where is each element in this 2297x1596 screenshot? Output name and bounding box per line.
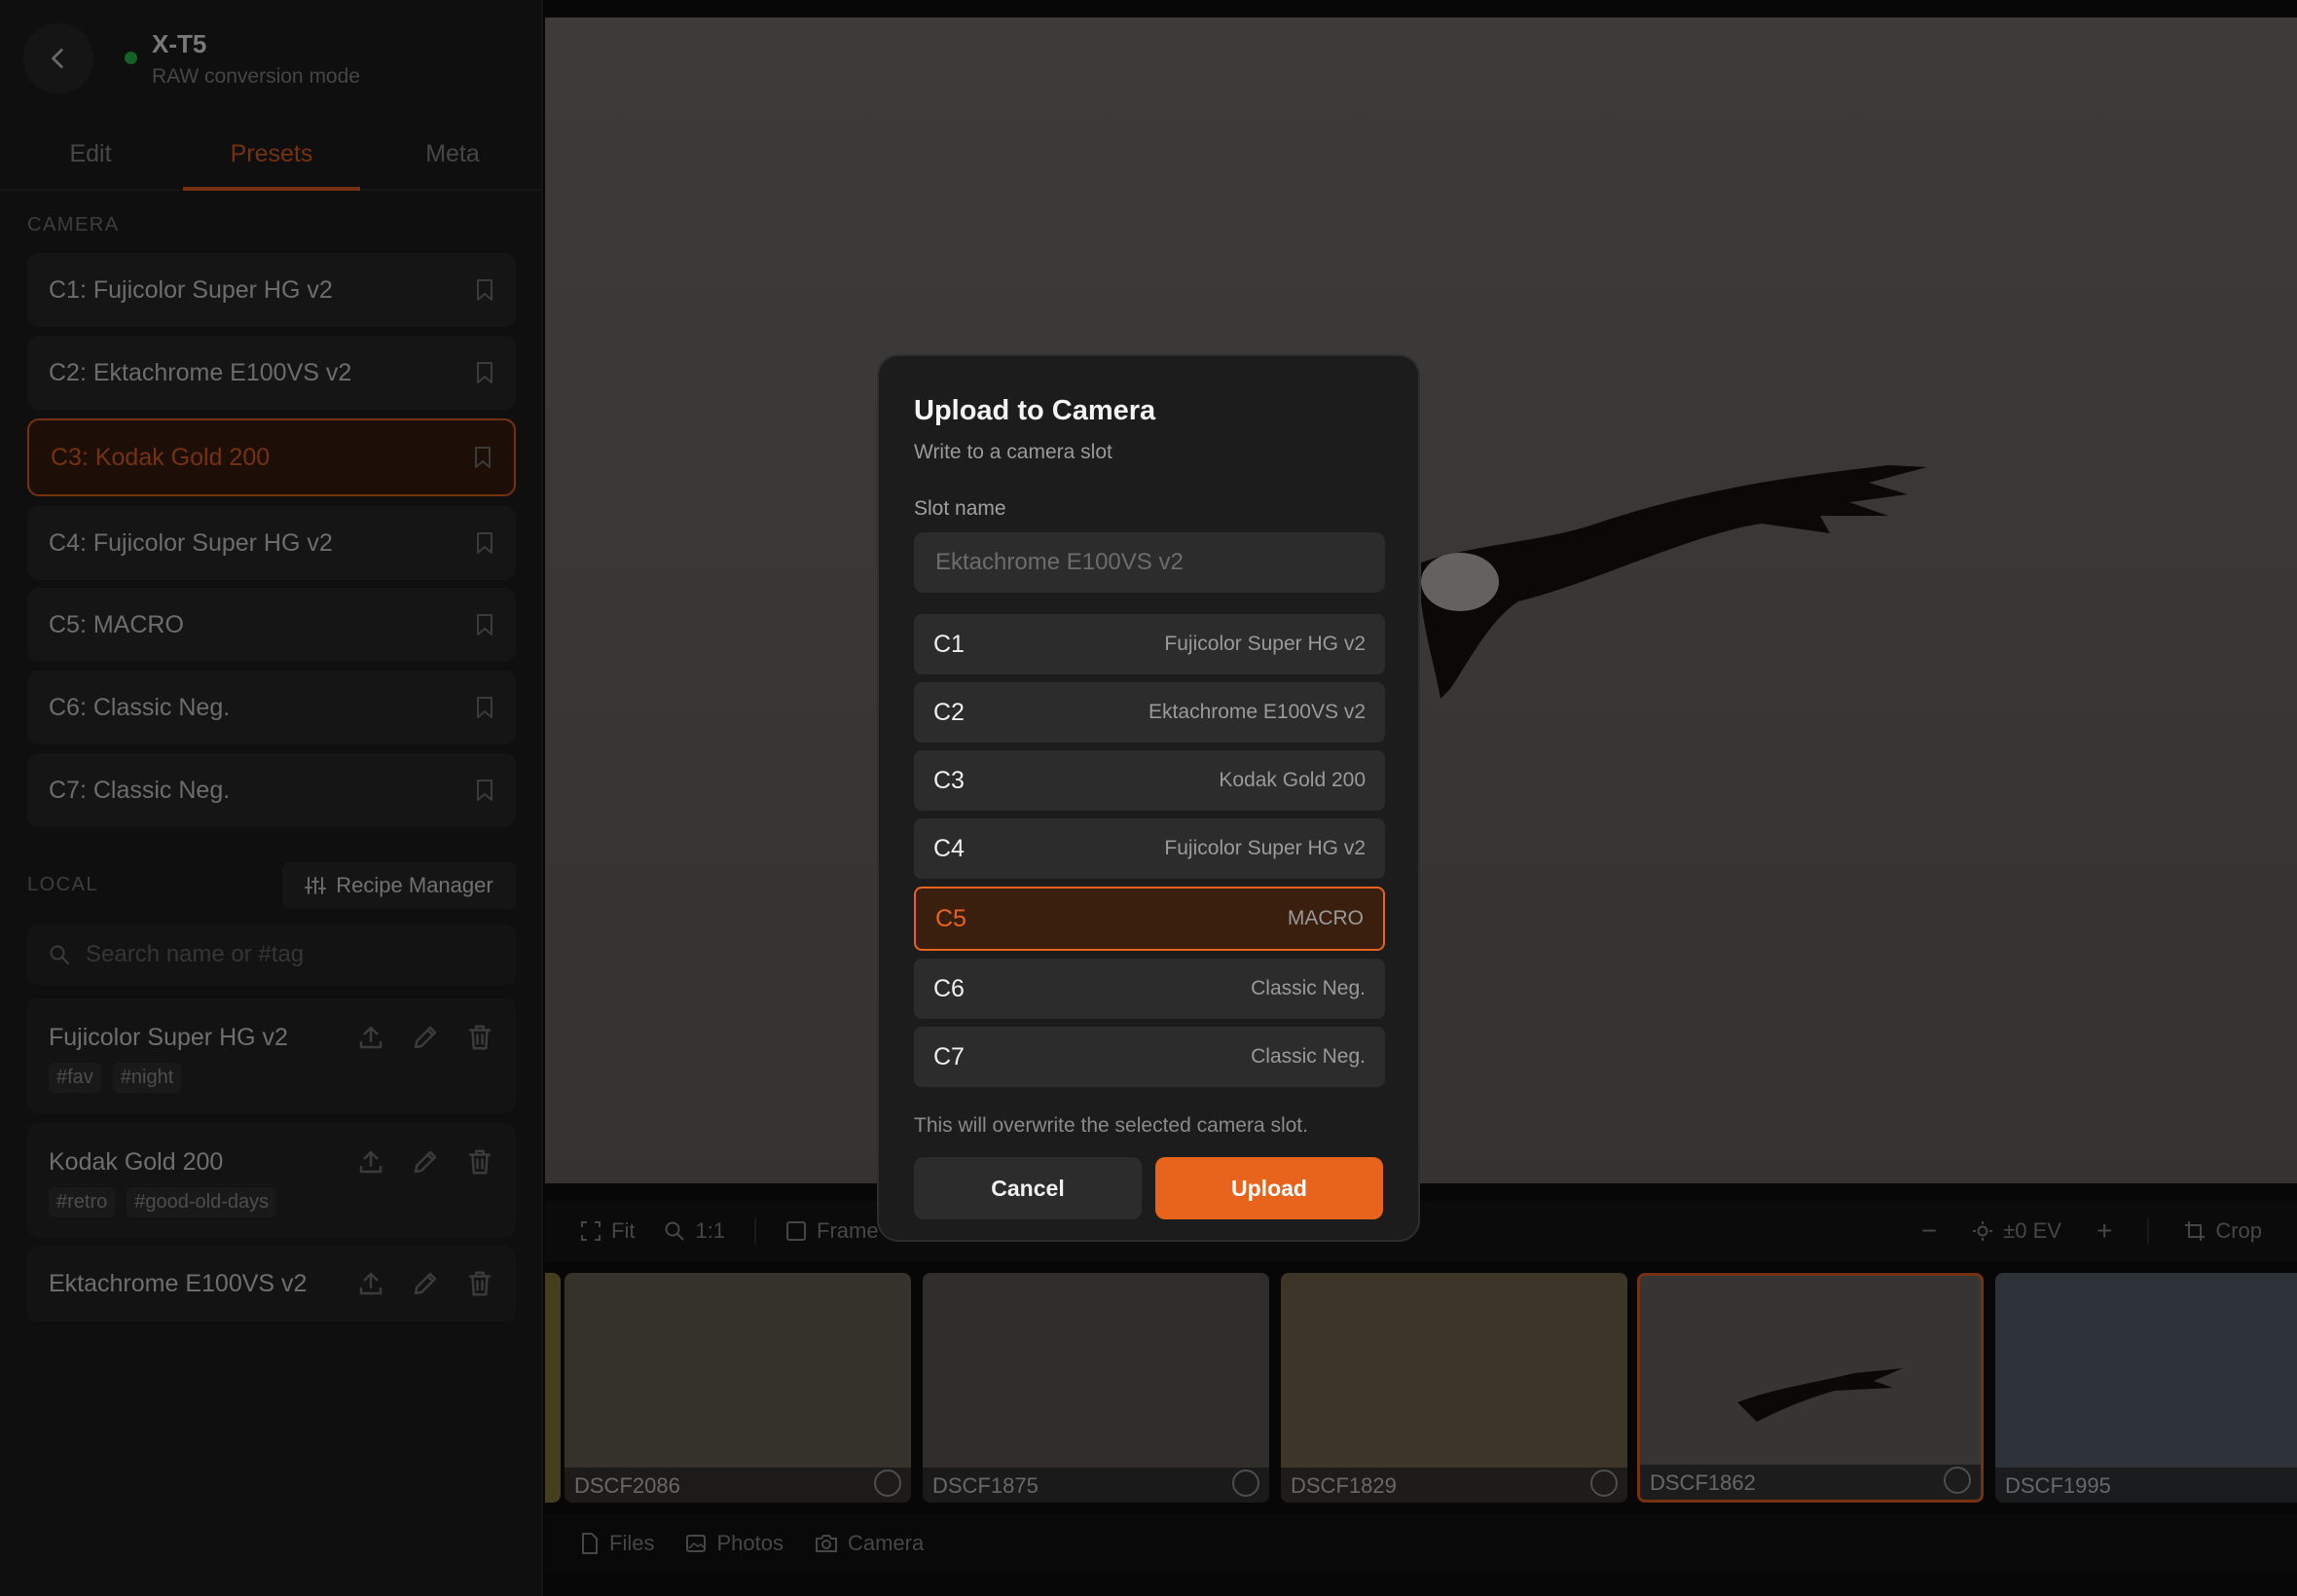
app: X-T5 RAW conversion mode Edit Presets Me… [0, 0, 2297, 1596]
dialog-title: Upload to Camera [914, 395, 1156, 426]
slot-options: C1 Fujicolor Super HG v2 C2 Ektachrome E… [914, 614, 1385, 1087]
slot-option-c6[interactable]: C6 Classic Neg. [914, 959, 1385, 1019]
slot-code: C5 [935, 904, 966, 932]
upload-button[interactable]: Upload [1155, 1157, 1383, 1219]
slot-value: MACRO [1287, 907, 1364, 929]
slot-code: C6 [933, 974, 965, 1002]
slot-value: Classic Neg. [1251, 977, 1366, 999]
slot-value: Classic Neg. [1251, 1045, 1366, 1068]
slot-option-c3[interactable]: C3 Kodak Gold 200 [914, 750, 1385, 811]
slot-code: C2 [933, 698, 965, 726]
slot-code: C3 [933, 766, 965, 794]
slot-code: C4 [933, 834, 965, 862]
slot-value: Fujicolor Super HG v2 [1164, 837, 1366, 859]
slot-name-label: Slot name [914, 497, 1006, 520]
slot-option-c1[interactable]: C1 Fujicolor Super HG v2 [914, 614, 1385, 674]
slot-value: Ektachrome E100VS v2 [1148, 701, 1366, 723]
slot-option-c5[interactable]: C5 MACRO [914, 887, 1385, 951]
overwrite-warning: This will overwrite the selected camera … [914, 1114, 1308, 1137]
slot-value: Kodak Gold 200 [1219, 769, 1366, 791]
dialog-subtitle: Write to a camera slot [914, 441, 1112, 463]
slot-value: Fujicolor Super HG v2 [1164, 633, 1366, 655]
slot-code: C7 [933, 1042, 965, 1070]
upload-dialog: Upload to Camera Write to a camera slot … [877, 354, 1420, 1242]
slot-code: C1 [933, 630, 965, 658]
dialog-actions: Cancel Upload [914, 1157, 1383, 1219]
slot-option-c4[interactable]: C4 Fujicolor Super HG v2 [914, 818, 1385, 879]
slot-option-c7[interactable]: C7 Classic Neg. [914, 1027, 1385, 1087]
cancel-button[interactable]: Cancel [914, 1157, 1142, 1219]
slot-name-input[interactable] [914, 532, 1385, 593]
slot-option-c2[interactable]: C2 Ektachrome E100VS v2 [914, 682, 1385, 743]
